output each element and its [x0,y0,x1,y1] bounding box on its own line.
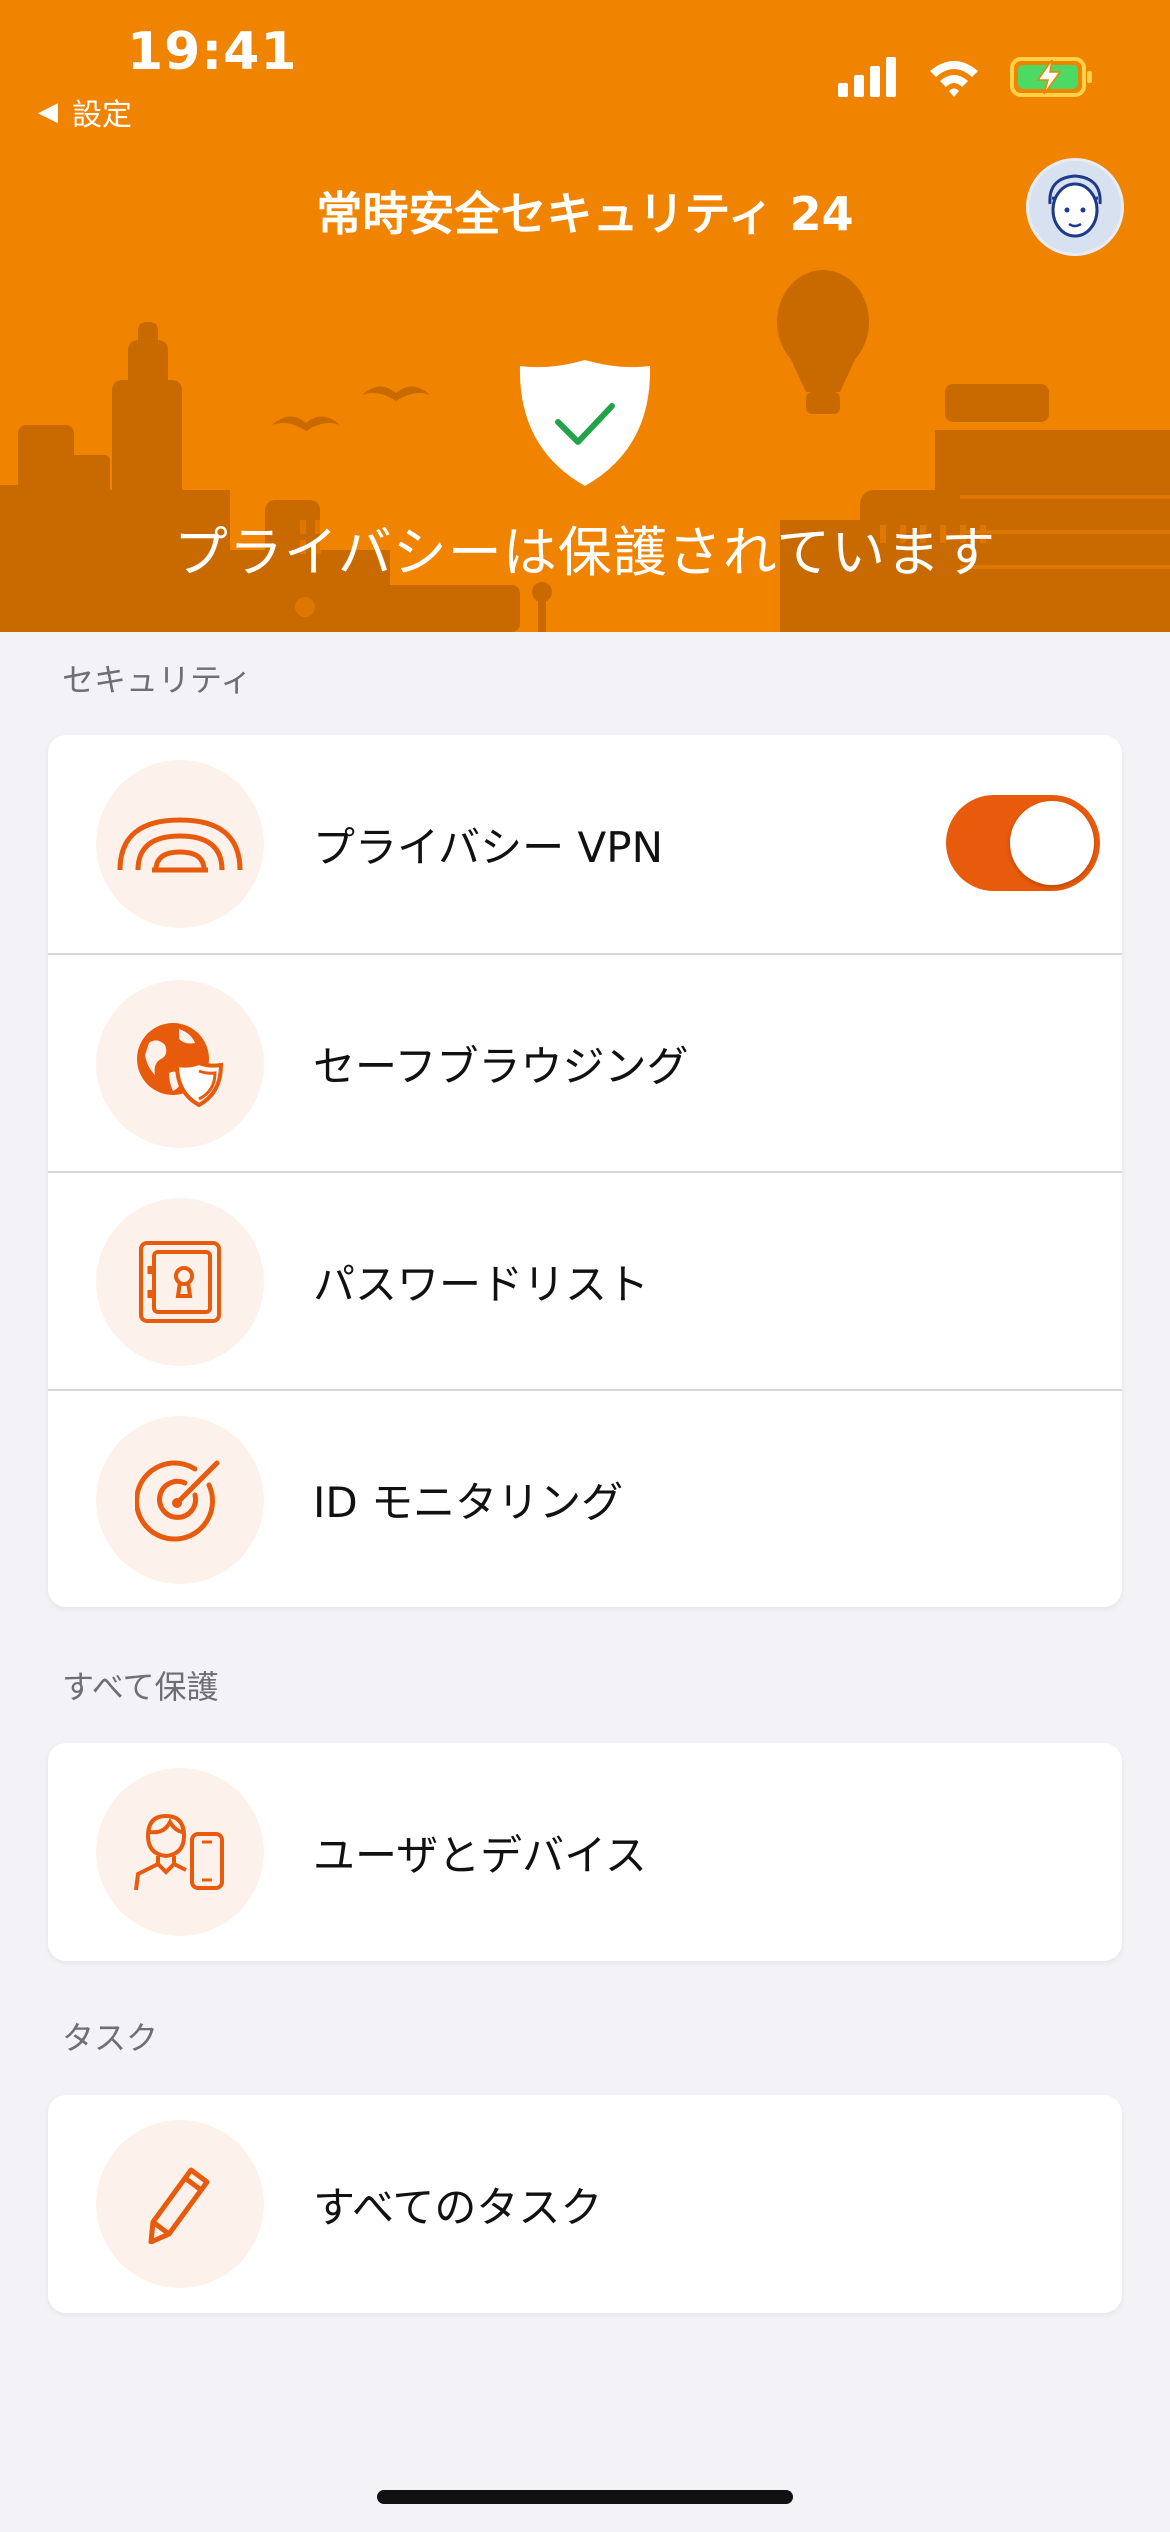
user-device-icon [96,1768,264,1936]
security-card: プライバシー VPN セーフブラウジング パスワードリスト ID モニタリング [48,735,1122,1607]
header-hero: 19:41 ◀ 設定 常時安全セキュリティ 24 プライバシーは保護されています [0,0,1170,632]
vpn-signal-icon [96,760,264,928]
app-title: 常時安全セキュリティ 24 [316,187,854,241]
list-item-label: すべてのタスク [313,2182,603,2232]
list-item-label: ユーザとデバイス [313,1830,647,1880]
wifi-icon [930,61,978,97]
shield-check-icon [519,360,651,486]
globe-shield-icon [96,980,264,1148]
list-item-label: ID モニタリング [313,1477,624,1527]
pencil-icon [96,2120,264,2288]
list-item-password-list[interactable]: パスワードリスト [48,1171,1122,1389]
user-face-icon [1048,174,1102,238]
section-label-protect-all: すべて保護 [62,1668,219,1706]
profile-avatar-button[interactable] [1026,158,1124,256]
home-indicator[interactable] [377,2490,793,2504]
tasks-card: すべてのタスク [48,2095,1122,2313]
section-label-security: セキュリティ [62,661,253,699]
status-time: 19:41 [127,22,298,82]
list-item-label: パスワードリスト [313,1259,650,1309]
list-item-safe-browsing[interactable]: セーフブラウジング [48,953,1122,1171]
list-item-label: セーフブラウジング [313,1041,689,1091]
list-item-label: プライバシー VPN [313,822,663,872]
back-label: 設定 [72,98,132,133]
back-arrow-icon: ◀ [38,97,58,127]
protect-all-card: ユーザとデバイス [48,1743,1122,1961]
list-item-all-tasks[interactable]: すべてのタスク [48,2095,1122,2313]
list-item-users-devices[interactable]: ユーザとデバイス [48,1743,1122,1961]
back-to-settings-button[interactable]: ◀ 設定 [38,90,132,134]
status-icons [838,56,1094,98]
list-item-privacy-vpn[interactable]: プライバシー VPN [48,735,1122,953]
radar-icon [96,1416,264,1584]
vpn-toggle-switch[interactable] [946,795,1100,891]
section-label-tasks: タスク [62,2019,159,2057]
cellular-signal-icon [838,57,896,97]
list-item-id-monitoring[interactable]: ID モニタリング [48,1389,1122,1607]
battery-charging-icon [1010,57,1092,97]
vault-icon [96,1198,264,1366]
toggle-knob [1010,801,1094,885]
protection-status-text: プライバシーは保護されています [173,521,997,584]
